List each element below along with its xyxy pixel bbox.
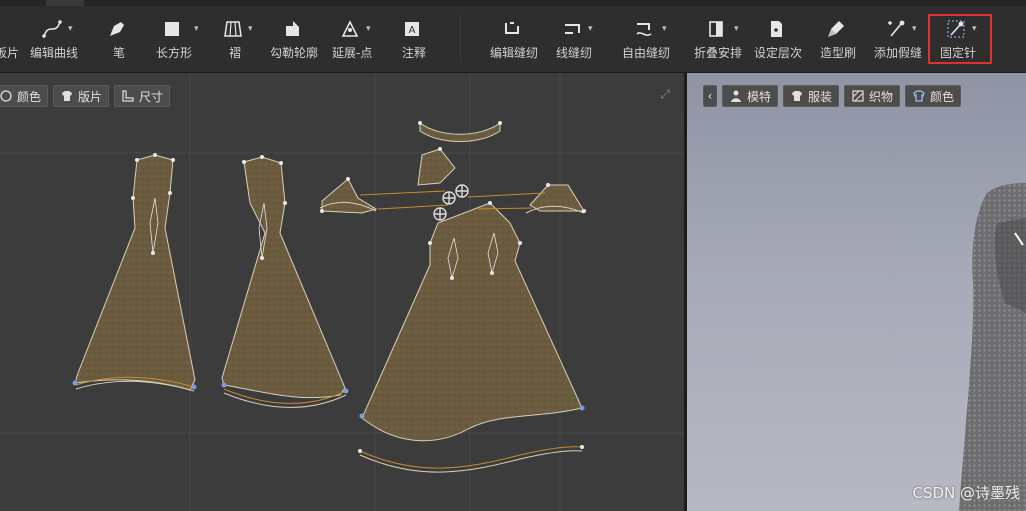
pattern-icon	[0, 18, 20, 40]
tool-set-layer[interactable]: 设定层次	[754, 18, 802, 66]
chip-label: 颜色	[930, 89, 955, 104]
tool-label: 线缝纫	[556, 46, 593, 60]
tool-label: 编辑曲线	[30, 46, 79, 60]
pleat-icon	[222, 18, 248, 40]
pattern-piece-hem[interactable]	[359, 446, 583, 469]
chip-label: 颜色	[17, 89, 42, 104]
avatar-viewport[interactable]	[687, 73, 1026, 511]
chip-avatar[interactable]: 模特	[722, 85, 779, 107]
chip-label: 模特	[747, 89, 772, 104]
tool-label: 板片	[0, 46, 19, 60]
color-icon	[0, 90, 12, 102]
collapse-left-icon[interactable]: ‹	[703, 85, 717, 107]
toolbar-separator	[460, 14, 461, 62]
fold-arrange-icon	[705, 18, 731, 40]
chevron-down-icon[interactable]: ▾	[366, 24, 371, 34]
tool-edit-sewing[interactable]: 编辑缝纫	[490, 18, 538, 66]
chevron-down-icon[interactable]: ▾	[912, 24, 917, 34]
extend-point-icon	[339, 18, 365, 40]
pattern-piece-back[interactable]	[221, 156, 347, 408]
tool-add-tack[interactable]: ▾ 添加假缝	[874, 18, 922, 66]
tool-label: 褶	[228, 46, 241, 60]
toolbar-top-strip	[0, 0, 1026, 6]
tool-label: 编辑缝纫	[490, 46, 539, 60]
tool-label: 折叠安排	[694, 46, 743, 60]
tool-pleat[interactable]: ▾ 褶	[222, 18, 253, 66]
chip-label: 服装	[808, 89, 833, 104]
chip-fabric[interactable]: 织物	[844, 85, 901, 107]
garment-icon	[792, 91, 803, 101]
expand-icon[interactable]: ⤢	[660, 87, 670, 102]
edit-curve-icon	[41, 18, 67, 40]
fabric-icon	[852, 90, 864, 102]
ruler-icon	[122, 90, 134, 102]
avatar-icon	[731, 90, 741, 102]
pattern-piece-front-large[interactable]	[361, 202, 583, 442]
tool-label: 造型刷	[820, 46, 857, 60]
chevron-down-icon[interactable]: ▾	[68, 24, 73, 34]
free-sewing-icon	[633, 18, 659, 40]
chevron-down-icon[interactable]: ▾	[734, 24, 739, 34]
pen-icon	[106, 18, 132, 40]
garment-3d-window[interactable]: ‹ 模特 服装 织物 颜色 CSDN @诗墨残	[687, 73, 1026, 511]
pattern-piece-collar[interactable]	[417, 122, 501, 186]
svg-text:A: A	[409, 25, 416, 36]
tool-free-sewing[interactable]: ▾ 自由缝纫	[622, 18, 670, 66]
set-layer-icon	[765, 18, 791, 40]
tool-label: 自由缝纫	[622, 46, 671, 60]
pattern-piece-front[interactable]	[74, 154, 196, 392]
tool-fold-arrange[interactable]: ▾ 折叠安排	[694, 18, 742, 66]
garment-3d-model[interactable]	[959, 183, 1026, 511]
tool-pen[interactable]: 笔	[106, 18, 132, 66]
tool-extend-point[interactable]: ▾ 延展-点	[332, 18, 372, 66]
chevron-down-icon[interactable]: ▾	[194, 24, 199, 34]
pattern-canvas[interactable]	[0, 73, 684, 511]
tool-pattern[interactable]: 板片	[0, 18, 20, 66]
chip-label: 版片	[78, 89, 103, 104]
tool-label: 延展-点	[332, 46, 373, 60]
tool-annotation[interactable]: A 注释	[401, 18, 427, 66]
tool-label: 设定层次	[754, 46, 803, 60]
chip-label: 织物	[869, 89, 894, 104]
pattern-piece-sleeve-left[interactable]	[319, 178, 378, 214]
pattern-piece-hem-outline	[359, 450, 583, 473]
chip-color[interactable]: 颜色	[0, 85, 49, 107]
tool-edit-curve[interactable]: ▾ 编辑曲线	[30, 18, 78, 66]
line-sewing-icon	[561, 18, 587, 40]
tool-line-sewing[interactable]: ▾ 线缝纫	[556, 18, 593, 66]
edit-sewing-icon	[501, 18, 527, 40]
chip-color[interactable]: 颜色	[905, 85, 962, 107]
chip-pattern[interactable]: 版片	[53, 85, 110, 107]
tool-label: 添加假缝	[874, 46, 923, 60]
trace-outline-icon	[281, 18, 307, 40]
tool-label: 注释	[401, 46, 426, 60]
chip-size[interactable]: 尺寸	[114, 85, 171, 107]
rectangle-icon	[161, 18, 187, 40]
tool-label: 勾勒轮廓	[270, 46, 319, 60]
pin-tool-highlight-box	[928, 14, 992, 64]
chevron-down-icon[interactable]: ▾	[662, 24, 667, 34]
active-tab-marker	[46, 0, 84, 6]
pattern-shirt-icon	[62, 91, 73, 101]
tool-label: 笔	[112, 46, 125, 60]
chevron-down-icon[interactable]: ▾	[248, 24, 253, 34]
color-icon	[913, 90, 925, 102]
pattern-2d-window[interactable]: 颜色 版片 尺寸 ⤢	[0, 73, 684, 511]
style-brush-icon	[825, 18, 851, 40]
tool-rectangle[interactable]: ▾ 长方形	[156, 18, 199, 66]
tool-label: 长方形	[156, 46, 193, 60]
watermark-text: CSDN @诗墨残	[912, 484, 1020, 502]
add-tack-icon	[885, 18, 911, 40]
chip-garment[interactable]: 服装	[783, 85, 840, 107]
chevron-down-icon[interactable]: ▾	[588, 24, 593, 34]
chip-label: 尺寸	[139, 89, 164, 104]
tool-style-brush[interactable]: 造型刷	[820, 18, 856, 66]
annotation-icon: A	[401, 18, 427, 40]
tool-trace-outline[interactable]: 勾勒轮廓	[270, 18, 318, 66]
pattern-piece-sleeve-right[interactable]	[525, 184, 585, 214]
pane3d-chip-bar: ‹ 模特 服装 织物 颜色	[703, 85, 962, 107]
main-toolbar: 板片 ▾ 编辑曲线 笔 ▾ 长方形 ▾ 褶 勾勒轮廓 ▾ 延展-点 A 注释 编…	[0, 0, 1026, 73]
pane2d-chip-bar: 颜色 版片 尺寸	[0, 85, 171, 107]
